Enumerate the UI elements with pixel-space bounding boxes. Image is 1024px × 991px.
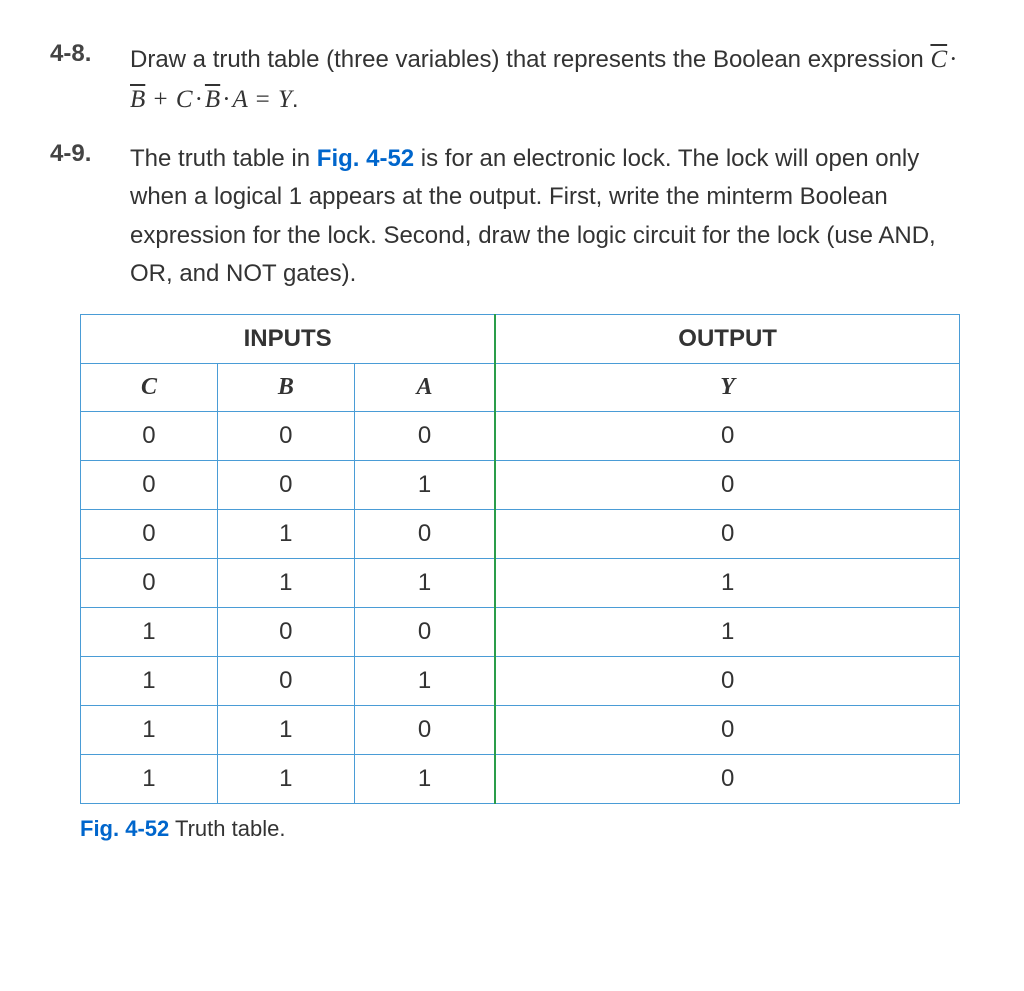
var-y: Y	[278, 86, 292, 113]
cell-c: 1	[81, 656, 218, 705]
dot-op: ·	[193, 86, 205, 113]
cell-c: 0	[81, 411, 218, 460]
caption-text: Truth table.	[169, 816, 285, 841]
var-c: C	[176, 86, 193, 113]
cell-c: 0	[81, 509, 218, 558]
dot-op: ·	[220, 86, 232, 113]
cell-y: 0	[495, 705, 959, 754]
cell-y: 1	[495, 558, 959, 607]
cell-a: 1	[354, 656, 495, 705]
table-row: 0000	[81, 411, 960, 460]
table-row: 1100	[81, 705, 960, 754]
figure-caption: Fig. 4-52 Truth table.	[80, 816, 974, 842]
table-row: 1110	[81, 754, 960, 803]
cell-a: 0	[354, 509, 495, 558]
plus-op: +	[152, 86, 170, 113]
var-b-bar: B	[130, 87, 145, 112]
header-row-groups: INPUTS OUTPUT	[81, 314, 960, 363]
table-row: 1001	[81, 607, 960, 656]
cell-c: 0	[81, 460, 218, 509]
cell-c: 1	[81, 607, 218, 656]
problem-text: Draw a truth table (three variables) tha…	[130, 40, 974, 120]
col-y: Y	[495, 363, 959, 411]
col-a: A	[354, 363, 495, 411]
col-b: B	[217, 363, 354, 411]
cell-y: 0	[495, 460, 959, 509]
cell-b: 0	[217, 411, 354, 460]
col-c: C	[81, 363, 218, 411]
table-row: 0111	[81, 558, 960, 607]
table-row: 0100	[81, 509, 960, 558]
problem-text: The truth table in Fig. 4-52 is for an e…	[130, 140, 974, 294]
cell-c: 1	[81, 754, 218, 803]
output-header: OUTPUT	[495, 314, 959, 363]
cell-a: 0	[354, 705, 495, 754]
table-row: 1010	[81, 656, 960, 705]
problem-4-8: 4-8. Draw a truth table (three variables…	[50, 40, 974, 120]
cell-y: 0	[495, 754, 959, 803]
cell-b: 1	[217, 558, 354, 607]
cell-a: 1	[354, 460, 495, 509]
cell-y: 0	[495, 509, 959, 558]
cell-b: 1	[217, 754, 354, 803]
dot-op: ·	[947, 46, 959, 73]
cell-b: 0	[217, 656, 354, 705]
figure-reference: Fig. 4-52	[317, 145, 414, 172]
problem-text-pre: Draw a truth table (three variables) tha…	[130, 46, 930, 73]
var-b-bar: B	[205, 87, 220, 112]
problem-text-post: .	[292, 86, 299, 113]
problem-number: 4-8.	[50, 40, 130, 120]
problem-4-9: 4-9. The truth table in Fig. 4-52 is for…	[50, 140, 974, 294]
cell-y: 1	[495, 607, 959, 656]
cell-a: 0	[354, 411, 495, 460]
cell-a: 1	[354, 558, 495, 607]
inputs-header: INPUTS	[81, 314, 496, 363]
table-row: 0010	[81, 460, 960, 509]
cell-b: 1	[217, 509, 354, 558]
cell-b: 0	[217, 607, 354, 656]
cell-a: 1	[354, 754, 495, 803]
cell-a: 0	[354, 607, 495, 656]
text-a: The truth table in	[130, 145, 317, 172]
cell-c: 0	[81, 558, 218, 607]
cell-b: 1	[217, 705, 354, 754]
var-c-bar: C	[930, 47, 947, 72]
truth-table-body: 0000 0010 0100 0111 1001 1010 1100 1110	[81, 411, 960, 803]
cell-y: 0	[495, 656, 959, 705]
var-a: A	[233, 86, 248, 113]
caption-fig: Fig. 4-52	[80, 816, 169, 841]
eq-op: =	[254, 86, 272, 113]
cell-b: 0	[217, 460, 354, 509]
header-row-vars: C B A Y	[81, 363, 960, 411]
cell-y: 0	[495, 411, 959, 460]
truth-table: INPUTS OUTPUT C B A Y 0000 0010 0100 011…	[80, 314, 960, 804]
cell-c: 1	[81, 705, 218, 754]
problem-number: 4-9.	[50, 140, 130, 294]
